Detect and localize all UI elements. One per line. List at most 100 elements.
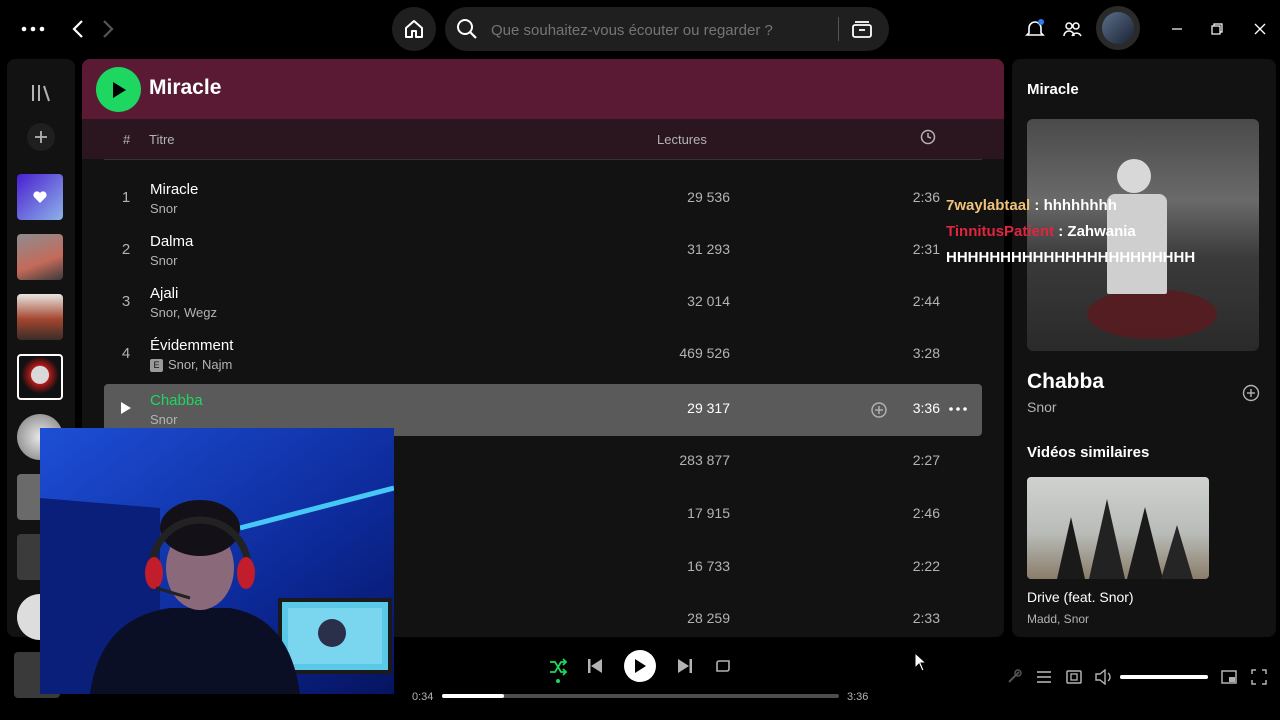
library-item-thumb[interactable] (17, 354, 63, 400)
progress-fill (442, 694, 505, 698)
header-divider (104, 159, 982, 160)
search-divider (838, 17, 839, 41)
chat-separator: : (1054, 223, 1068, 240)
next-icon[interactable] (674, 655, 696, 677)
playlist-header: Miracle (82, 59, 1004, 119)
track-row[interactable]: 4 Évidemment E Snor, Najm 469 526 3:28 (104, 329, 982, 381)
track-plays: 469 526 (679, 345, 730, 361)
search-bar[interactable] (445, 7, 889, 53)
volume-icon[interactable] (1095, 668, 1113, 686)
track-duration: 2:44 (912, 293, 940, 309)
track-number: 3 (121, 293, 131, 310)
similar-video-title[interactable]: Drive (feat. Snor) (1027, 589, 1134, 605)
chat-message: HHHHHHHHHHHHHHHHHHHHHHH (946, 248, 1216, 268)
chat-message: 7waylabtaal : hhhhhhhh (946, 196, 1216, 216)
previous-icon[interactable] (584, 655, 606, 677)
track-title[interactable]: Ajali (150, 285, 178, 302)
search-input[interactable] (489, 7, 833, 53)
track-row[interactable]: 1 Miracle Snor 29 536 2:36 (104, 173, 982, 225)
track-artist[interactable]: Snor (150, 412, 177, 427)
now-playing-heading[interactable]: Miracle (1027, 81, 1079, 98)
avatar[interactable] (1096, 6, 1140, 50)
library-item-thumb[interactable] (17, 234, 63, 280)
track-number: 2 (121, 241, 131, 258)
track-title[interactable]: Évidemment (150, 337, 233, 354)
track-artist[interactable]: Snor (150, 201, 177, 216)
add-to-library-icon[interactable] (1241, 383, 1261, 403)
forward-icon[interactable] (96, 17, 120, 41)
webcam-overlay (40, 428, 394, 694)
heart-icon (32, 190, 48, 204)
track-artist-line: E Snor, Najm (150, 357, 232, 372)
now-playing-artist[interactable]: Snor (1027, 399, 1057, 415)
track-row[interactable]: 2 Dalma Snor 31 293 2:31 (104, 225, 982, 277)
volume-fill (1120, 675, 1208, 679)
home-icon (403, 18, 425, 40)
track-plays: 283 877 (679, 452, 730, 468)
page-title: Miracle (149, 76, 222, 99)
track-artist[interactable]: Snor, Wegz (150, 305, 217, 320)
track-plays: 32 014 (687, 293, 730, 309)
friends-icon[interactable] (1061, 18, 1083, 40)
track-plays: 28 259 (687, 610, 730, 626)
col-title[interactable]: Titre (149, 132, 175, 147)
more-options-icon[interactable] (948, 402, 968, 416)
chat-message: TinnitusPatient : Zahwania (946, 222, 1216, 242)
explicit-badge: E (150, 359, 163, 372)
chat-user: TinnitusPatient (946, 223, 1055, 240)
more-icon[interactable] (18, 17, 48, 41)
track-duration: 2:46 (912, 505, 940, 521)
track-title[interactable]: Chabba (150, 392, 203, 409)
restore-icon[interactable] (1206, 18, 1228, 40)
mini-player-icon[interactable] (1220, 668, 1238, 686)
track-artist[interactable]: Snor (150, 253, 177, 268)
track-duration: 2:36 (912, 189, 940, 205)
track-duration: 2:33 (912, 610, 940, 626)
similar-video-thumb[interactable] (1027, 477, 1209, 579)
col-plays[interactable]: Lectures (657, 132, 707, 147)
liked-songs-thumb[interactable] (17, 174, 63, 220)
play-pause-button[interactable] (624, 650, 656, 682)
fullscreen-icon[interactable] (1250, 668, 1268, 686)
connect-device-icon[interactable] (1065, 668, 1083, 686)
shuffle-icon[interactable] (546, 655, 570, 679)
now-playing-panel: Miracle Chabba Snor Vidéos similaires Dr… (1012, 59, 1276, 637)
track-artist[interactable]: Snor, Najm (168, 357, 232, 372)
home-button[interactable] (392, 7, 436, 51)
row-play-icon[interactable] (118, 401, 134, 418)
track-title[interactable]: Dalma (150, 233, 193, 250)
similar-video-artist[interactable]: Madd, Snor (1027, 612, 1089, 626)
clock-icon (920, 129, 936, 148)
top-bar (0, 0, 1280, 58)
lyrics-icon[interactable] (1005, 668, 1023, 686)
track-plays: 16 733 (687, 558, 730, 574)
repeat-icon[interactable] (712, 655, 734, 677)
add-to-playlist-icon[interactable] (870, 401, 888, 419)
track-plays: 31 293 (687, 241, 730, 257)
col-num: # (123, 132, 131, 147)
chat-separator: : (1030, 197, 1044, 214)
now-playing-title[interactable]: Chabba (1027, 370, 1104, 394)
back-icon[interactable] (66, 17, 90, 41)
play-icon (633, 658, 647, 674)
track-row[interactable]: 3 Ajali Snor, Wegz 32 014 2:44 (104, 277, 982, 329)
track-duration: 2:31 (912, 241, 940, 257)
play-button[interactable] (96, 67, 141, 112)
library-item-thumb[interactable] (17, 294, 63, 340)
volume-slider[interactable] (1120, 675, 1208, 679)
chat-text: Zahwania (1067, 223, 1136, 240)
play-icon (111, 81, 127, 99)
progress-bar[interactable] (442, 694, 839, 698)
library-icon[interactable] (27, 81, 55, 105)
mouse-cursor (914, 651, 928, 677)
queue-icon[interactable] (1035, 668, 1053, 686)
close-icon[interactable] (1249, 18, 1271, 40)
bell-icon[interactable] (1024, 18, 1046, 40)
minimize-icon[interactable] (1166, 18, 1188, 40)
track-title[interactable]: Miracle (150, 181, 198, 198)
browse-icon[interactable] (849, 17, 875, 41)
column-header: # Titre Lectures (82, 119, 1004, 159)
track-plays: 29 317 (687, 400, 730, 416)
chat-text: hhhhhhhh (1043, 197, 1117, 214)
plus-icon[interactable] (27, 123, 55, 151)
